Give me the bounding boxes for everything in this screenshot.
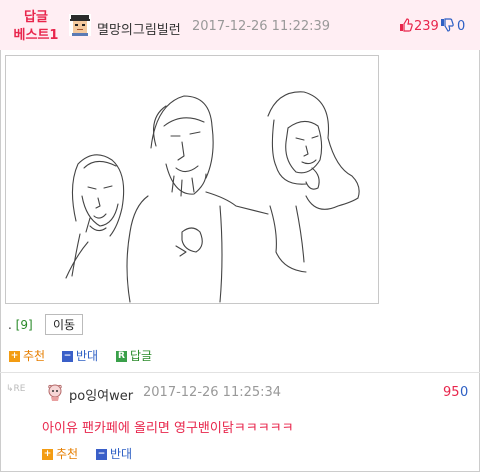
recommend-button[interactable]: + 추천 (9, 349, 45, 363)
up-count: 239 (414, 19, 439, 34)
best-reply-badge: 답글 베스트1 (8, 9, 64, 45)
reply-label: 답글 (130, 349, 153, 363)
plus-icon: + (9, 351, 20, 362)
down-count: 0 (457, 19, 466, 34)
reply-down-count: 0 (460, 385, 469, 400)
reply-body-text: 아이유 팬카페에 올리면 영구밴이닭ㅋㅋㅋㅋㅋ (42, 421, 294, 436)
recommend-label: 추천 (23, 349, 46, 363)
divider (0, 372, 480, 373)
plus-icon: + (42, 449, 53, 460)
ref-dot: . (8, 318, 16, 332)
oppose-button[interactable]: − 반대 (62, 349, 98, 363)
ref-number-link[interactable]: [9] (16, 318, 33, 332)
best-label-line1: 답글 (24, 10, 48, 25)
reference-row: . [9] (8, 318, 33, 332)
minus-icon: − (62, 351, 73, 362)
reply-recommend-button[interactable]: + 추천 (42, 447, 78, 461)
reply-timestamp: 2017-12-26 11:25:34 (143, 385, 282, 400)
post-timestamp: 2017-12-26 11:22:39 (192, 19, 331, 34)
reply-icon: R (116, 351, 127, 362)
reply-oppose-button[interactable]: − 반대 (96, 447, 132, 461)
reply-author-name[interactable]: po잉여wer (69, 385, 133, 404)
reply-indicator-icon: ↳RE (6, 384, 26, 394)
sketch-drawing-image (5, 55, 379, 304)
move-button[interactable]: 이동 (45, 314, 83, 335)
author-avatar-icon (69, 14, 91, 36)
reply-avatar-icon (48, 384, 62, 401)
minus-icon: − (96, 449, 107, 460)
thumbs-up-icon[interactable] (399, 18, 413, 32)
author-name[interactable]: 멸망의그림빌런 (97, 19, 181, 38)
best-label-line2: 베스트1 (13, 28, 59, 43)
oppose-label: 반대 (76, 349, 99, 363)
thumbs-down-icon[interactable] (440, 18, 454, 32)
best-reply-header: 답글 베스트1 멸망의그림빌런 2017-12-26 11:22:39 239 … (0, 0, 480, 50)
reply-button[interactable]: R 답글 (116, 349, 152, 363)
reply-up-count: 95 (443, 385, 460, 400)
reply-oppose-label: 반대 (110, 447, 133, 461)
reply-recommend-label: 추천 (56, 447, 79, 461)
